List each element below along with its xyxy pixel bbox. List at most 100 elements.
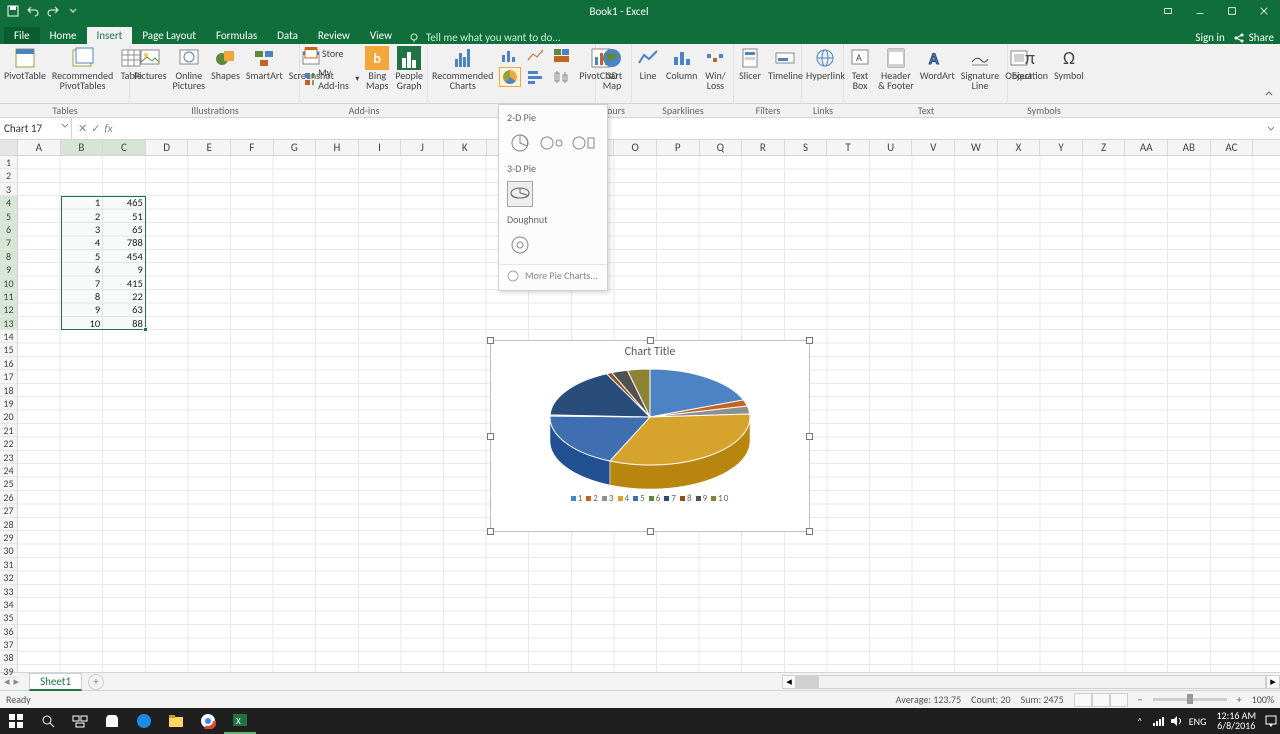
- row-header[interactable]: 29: [0, 531, 17, 544]
- row-header[interactable]: 10: [0, 277, 17, 290]
- cell[interactable]: 2: [61, 210, 101, 223]
- select-all-button[interactable]: [0, 140, 18, 155]
- cell[interactable]: 3: [61, 223, 101, 236]
- cell[interactable]: 5: [61, 250, 101, 263]
- column-header[interactable]: J: [401, 140, 444, 155]
- row-header[interactable]: 2: [0, 169, 17, 182]
- hyperlink-button[interactable]: Hyperlink: [806, 46, 845, 81]
- column-header[interactable]: G: [274, 140, 317, 155]
- hscroll-left-icon[interactable]: ◂: [782, 675, 796, 689]
- cell[interactable]: 10: [61, 317, 101, 330]
- row-header[interactable]: 9: [0, 263, 17, 276]
- cell[interactable]: 7: [61, 277, 101, 290]
- sheet-nav-next-icon[interactable]: ▸: [14, 675, 20, 688]
- column-header[interactable]: R: [742, 140, 785, 155]
- slicer-button[interactable]: Slicer: [738, 46, 762, 81]
- bing-maps-button[interactable]: bBing Maps: [365, 46, 389, 91]
- taskbar-file-explorer-icon[interactable]: [160, 708, 192, 734]
- cell[interactable]: 454: [103, 250, 143, 263]
- taskbar-excel-icon[interactable]: X: [224, 708, 256, 734]
- column-header[interactable]: T: [827, 140, 870, 155]
- column-header[interactable]: Y: [1040, 140, 1083, 155]
- cell[interactable]: 51: [103, 210, 143, 223]
- undo-icon[interactable]: [26, 4, 40, 18]
- text-box-button[interactable]: AText Box: [848, 46, 872, 91]
- fill-handle[interactable]: [143, 327, 148, 332]
- recommended-charts-button[interactable]: Recommended Charts: [432, 46, 493, 91]
- hscroll-right-icon[interactable]: ▸: [1266, 675, 1280, 689]
- row-header[interactable]: 11: [0, 290, 17, 303]
- row-header[interactable]: 4: [0, 196, 17, 209]
- legend-item[interactable]: 1: [571, 493, 587, 504]
- cell[interactable]: 65: [103, 223, 143, 236]
- tray-notifications-icon[interactable]: [1262, 708, 1280, 734]
- doughnut-option[interactable]: [507, 232, 533, 258]
- tab-insert[interactable]: Insert: [87, 27, 133, 44]
- row-header[interactable]: 27: [0, 504, 17, 517]
- column-header[interactable]: W: [955, 140, 998, 155]
- pie-of-pie-option[interactable]: [539, 130, 565, 156]
- chart-handle-sw[interactable]: [487, 528, 494, 535]
- online-pictures-button[interactable]: Online Pictures: [173, 46, 206, 91]
- column-header[interactable]: O: [614, 140, 657, 155]
- signature-line-button[interactable]: Signature Line: [961, 46, 999, 91]
- tab-home[interactable]: Home: [40, 27, 87, 44]
- tab-data[interactable]: Data: [267, 27, 308, 44]
- row-header[interactable]: 22: [0, 437, 17, 450]
- row-header[interactable]: 28: [0, 518, 17, 531]
- column-header[interactable]: Z: [1083, 140, 1126, 155]
- row-header[interactable]: 7: [0, 236, 17, 249]
- legend-item[interactable]: 3: [602, 493, 618, 504]
- column-header[interactable]: S: [785, 140, 828, 155]
- row-header[interactable]: 21: [0, 424, 17, 437]
- sparkline-line-button[interactable]: Line: [636, 46, 660, 81]
- tray-language[interactable]: ENG: [1185, 708, 1211, 734]
- cell[interactable]: 6: [61, 263, 101, 276]
- column-header[interactable]: E: [188, 140, 231, 155]
- task-view-icon[interactable]: [64, 708, 96, 734]
- redo-icon[interactable]: [46, 4, 60, 18]
- cell[interactable]: 63: [103, 303, 143, 316]
- recommended-pivottables-button[interactable]: Recommended PivotTables: [52, 46, 113, 91]
- pie-3d-option[interactable]: [507, 181, 533, 207]
- tab-page-layout[interactable]: Page Layout: [132, 27, 206, 44]
- row-header[interactable]: 8: [0, 250, 17, 263]
- column-header[interactable]: P: [657, 140, 700, 155]
- chart-title[interactable]: Chart Title: [491, 345, 809, 359]
- people-graph-button[interactable]: People Graph: [395, 46, 423, 91]
- cell[interactable]: 788: [103, 236, 143, 249]
- cell[interactable]: 415: [103, 277, 143, 290]
- row-header[interactable]: 30: [0, 544, 17, 557]
- pivottable-button[interactable]: PivotTable: [4, 46, 46, 81]
- legend-item[interactable]: 9: [696, 493, 712, 504]
- fx-icon[interactable]: fx: [104, 122, 112, 135]
- collapse-ribbon-icon[interactable]: [1262, 87, 1276, 101]
- row-header[interactable]: 26: [0, 491, 17, 504]
- tray-network-icon[interactable]: [1149, 708, 1167, 734]
- insert-line-chart-button[interactable]: [525, 46, 547, 66]
- column-header[interactable]: A: [18, 140, 61, 155]
- bar-of-pie-option[interactable]: [571, 130, 597, 156]
- formula-input[interactable]: [119, 118, 1262, 140]
- column-header[interactable]: H: [316, 140, 359, 155]
- column-header[interactable]: V: [912, 140, 955, 155]
- chart-handle-se[interactable]: [806, 528, 813, 535]
- row-header[interactable]: 24: [0, 464, 17, 477]
- cell[interactable]: 1: [61, 196, 101, 209]
- page-break-view-button[interactable]: [1110, 693, 1128, 707]
- expand-formula-bar-icon[interactable]: [1262, 124, 1280, 134]
- tray-volume-icon[interactable]: [1167, 708, 1185, 734]
- row-header[interactable]: 31: [0, 558, 17, 571]
- ribbon-display-options-icon[interactable]: [1152, 0, 1184, 22]
- tray-clock[interactable]: 12:16 AM 6/8/2016: [1210, 711, 1262, 731]
- row-header[interactable]: 18: [0, 384, 17, 397]
- zoom-in-button[interactable]: +: [1237, 693, 1242, 706]
- row-header[interactable]: 1: [0, 156, 17, 169]
- zoom-level[interactable]: 100%: [1252, 693, 1274, 706]
- start-button[interactable]: [0, 708, 32, 734]
- close-icon[interactable]: [1248, 0, 1280, 22]
- zoom-out-button[interactable]: −: [1138, 693, 1143, 706]
- row-header[interactable]: 37: [0, 638, 17, 651]
- cell[interactable]: 465: [103, 196, 143, 209]
- column-header[interactable]: D: [146, 140, 189, 155]
